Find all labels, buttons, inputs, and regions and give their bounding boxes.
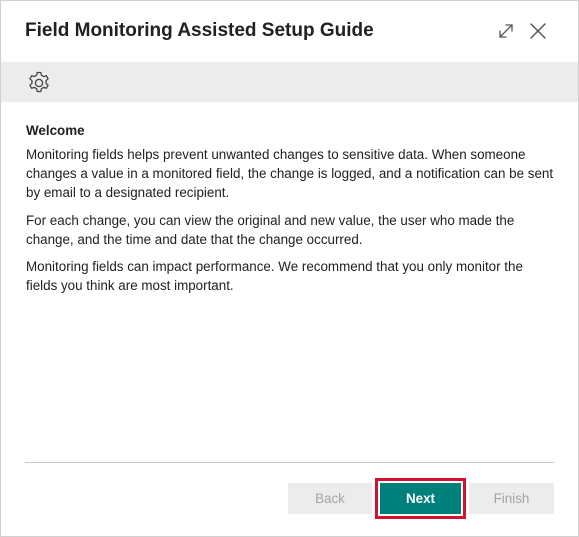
- intro-paragraph: Monitoring fields helps prevent unwanted…: [26, 147, 554, 201]
- dialog-header: Field Monitoring Assisted Setup Guide: [1, 1, 578, 61]
- finish-button[interactable]: Finish: [469, 483, 554, 514]
- dialog-toolbar: [1, 62, 578, 102]
- welcome-heading: Welcome: [26, 123, 85, 138]
- next-button[interactable]: Next: [380, 483, 461, 514]
- performance-paragraph: Monitoring fields can impact performance…: [26, 259, 523, 294]
- change-details-paragraph: For each change, you can view the origin…: [26, 212, 515, 247]
- back-button[interactable]: Back: [288, 483, 372, 514]
- expand-icon[interactable]: [494, 19, 518, 43]
- dialog-title: Field Monitoring Assisted Setup Guide: [25, 20, 374, 41]
- close-icon[interactable]: [526, 19, 550, 43]
- setup-guide-dialog: Field Monitoring Assisted Setup Guide We…: [0, 0, 579, 537]
- footer-divider: [25, 462, 554, 463]
- welcome-content: Welcome Monitoring fields helps prevent …: [26, 122, 556, 303]
- gear-icon[interactable]: [25, 69, 53, 97]
